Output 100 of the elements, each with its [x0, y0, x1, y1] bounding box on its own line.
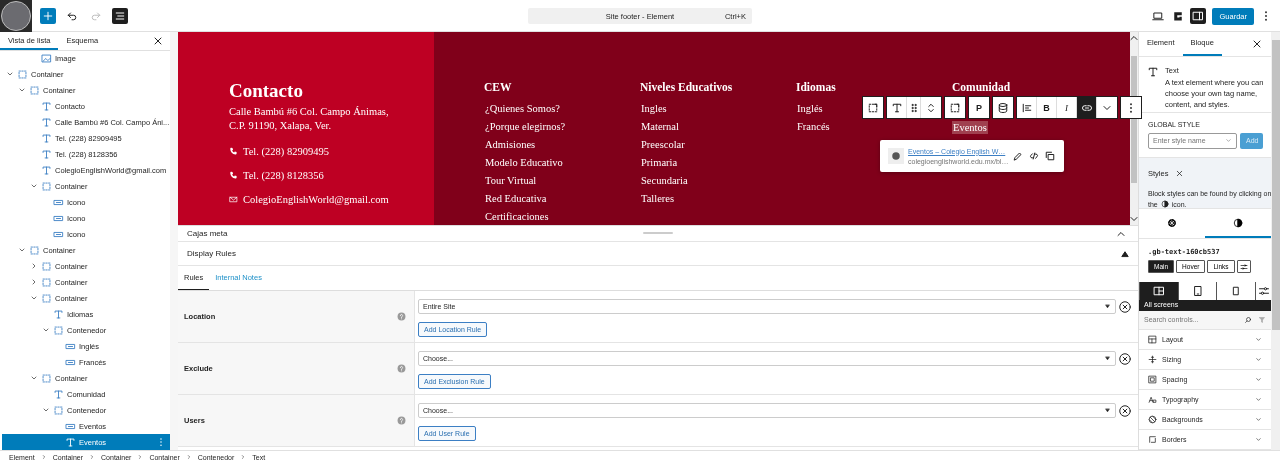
backgrounds-icon [1148, 414, 1157, 424]
edit-link-button[interactable] [1012, 150, 1025, 162]
column-heading: Comunidad [952, 80, 1011, 94]
close-icon [1175, 169, 1185, 179]
column-heading: Niveles Educativos [640, 80, 733, 94]
caret-down-icon [1104, 407, 1111, 414]
remove-link-button[interactable] [1028, 150, 1041, 162]
dashed-square-icon [41, 260, 52, 272]
dashed-square-icon [41, 292, 52, 304]
sliders-icon [1257, 285, 1270, 298]
email-link[interactable]: ColegioEnglishWorld@gmail.com [243, 194, 389, 205]
footer-link[interactable]: Ingles [640, 102, 668, 115]
device-options-button[interactable] [1255, 282, 1271, 301]
footer-link[interactable]: Modelo Educativo [484, 156, 564, 169]
sidebar-icon [1192, 10, 1205, 22]
image-icon [41, 53, 52, 64]
layout-icon [1148, 334, 1157, 344]
unlink-icon [1028, 150, 1041, 162]
footer-link[interactable]: Eventos [952, 120, 988, 134]
undo-icon [66, 10, 78, 22]
text-icon [1147, 65, 1159, 78]
copy-icon [1044, 150, 1057, 162]
footer-link[interactable]: Certificaciones [484, 210, 550, 223]
remove-icon [1119, 352, 1131, 365]
footer-link[interactable]: ¿Porque elegirnos? [484, 120, 567, 133]
text-icon [41, 164, 52, 176]
dashed-square-icon [29, 84, 40, 96]
address-text: Calle Bambú #6 Col. Campo Ánimas, C.P. 91190, Xalapa, Ver. [229, 105, 390, 133]
text-icon [41, 100, 52, 112]
pencil-icon [1012, 150, 1025, 162]
link-button[interactable] [1077, 97, 1097, 118]
footer-link[interactable]: Primaria [640, 156, 679, 169]
up-down-icon [925, 101, 937, 114]
dashed-square-icon [17, 68, 28, 80]
footer-link[interactable]: Preescolar [640, 138, 686, 151]
state-options-button[interactable] [1236, 260, 1251, 274]
monitor-icon [1152, 10, 1165, 22]
contrast-icon [1160, 200, 1169, 209]
phone-link[interactable]: Tel. (228) 82909495 [243, 146, 329, 157]
scrollbar[interactable] [1271, 32, 1280, 450]
dashed-square-icon [29, 244, 40, 256]
search-icon [1244, 316, 1252, 324]
footer-link[interactable]: Inglés [796, 102, 824, 115]
text-icon [65, 436, 76, 448]
footer-link[interactable]: Admisiones [484, 138, 537, 151]
remove-button[interactable] [1120, 301, 1130, 312]
help-icon [397, 364, 406, 373]
text-icon [41, 132, 52, 144]
caret-down-icon [1104, 303, 1111, 310]
envelope-icon [229, 195, 238, 204]
logo-photo-placeholder [1, 1, 31, 31]
align-left-icon [1020, 101, 1033, 114]
remove-button[interactable] [1120, 405, 1130, 416]
footer-link[interactable]: Francés [796, 120, 831, 133]
copy-link-button[interactable] [1044, 150, 1057, 162]
footer-link[interactable]: Maternal [640, 120, 680, 133]
device-tab[interactable] [1177, 282, 1217, 301]
settings-toggle-button[interactable] [1190, 8, 1207, 24]
chevron-down-icon [1255, 415, 1262, 423]
section-title: Cajas meta [187, 229, 228, 238]
dashed-square-icon [41, 372, 52, 384]
help-icon [397, 416, 406, 425]
footer-link[interactable]: Tour Virtual [484, 174, 538, 187]
spacing-icon [1148, 374, 1157, 384]
resize-handle[interactable] [643, 232, 673, 234]
phone-icon [229, 171, 238, 180]
add-block-button[interactable] [40, 8, 56, 24]
chevron-down-icon [1255, 355, 1262, 363]
footer-link[interactable]: ¿Quienes Somos? [484, 102, 561, 115]
remove-button[interactable] [1120, 353, 1130, 364]
chevron-down-icon [1225, 137, 1232, 145]
column-heading: CEW [484, 80, 512, 94]
text-icon [890, 101, 903, 114]
remove-icon [1119, 404, 1131, 417]
section-title: Display Rules [187, 249, 236, 258]
footer-link[interactable]: Secundaria [640, 174, 689, 187]
chevron-down-icon [1255, 375, 1262, 383]
contact-heading: Contacto [229, 80, 304, 102]
text-icon [53, 388, 64, 400]
text-icon [41, 148, 52, 160]
plus-icon [42, 10, 54, 22]
toggle-button[interactable] [1121, 249, 1129, 258]
footer-link[interactable]: Red Educativa [484, 192, 548, 205]
chevron-right-icon [89, 454, 96, 460]
sizing-icon [1148, 354, 1157, 364]
dashed-square-icon [41, 180, 52, 192]
sliders-icon [1239, 262, 1248, 271]
chevron-down-icon [1255, 335, 1262, 343]
list-view-button[interactable] [112, 8, 128, 24]
device-tab[interactable] [1216, 282, 1255, 301]
chevron-right-icon [137, 454, 144, 460]
filter-icon [1258, 316, 1266, 324]
footer-link[interactable]: Talleres [640, 192, 676, 205]
dashed-square-icon [41, 276, 52, 288]
phone-link[interactable]: Tel. (228) 8128356 [243, 170, 324, 181]
tablet-icon [1191, 285, 1204, 298]
phone-icon [229, 147, 238, 156]
redo-icon [90, 10, 102, 22]
text-icon [53, 308, 64, 320]
chevron-right-icon [40, 454, 47, 460]
